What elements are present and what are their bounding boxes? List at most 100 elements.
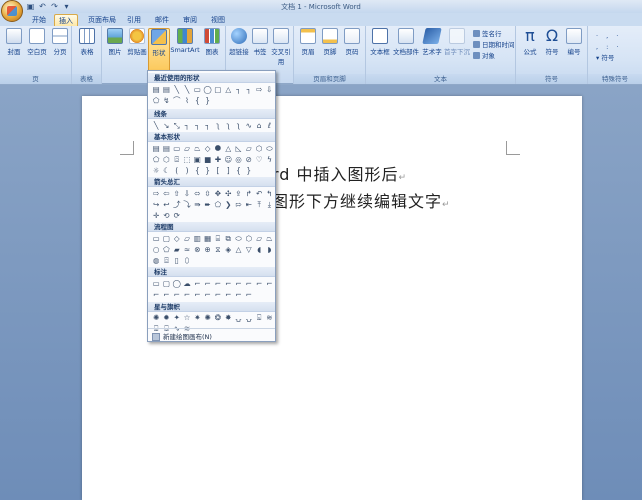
numbering-button[interactable]: 编号 <box>564 28 584 56</box>
sun-icon[interactable]: ☼ <box>151 165 161 176</box>
data-icon[interactable]: ▱ <box>182 233 192 244</box>
star-32-icon[interactable]: ✸ <box>223 312 233 323</box>
date-time-button[interactable]: 日期和时间 <box>473 41 515 50</box>
line-callout-icon[interactable]: ⌐ <box>223 289 233 300</box>
triangle-shape-icon[interactable]: △ <box>223 84 233 95</box>
hyperlink-button[interactable]: 超链接 <box>228 28 250 56</box>
manual-op-icon[interactable]: ⏢ <box>264 233 274 244</box>
special-symbol-dropdown[interactable]: ▾ 符号 <box>596 54 614 63</box>
clipart-button[interactable]: 剪贴画 <box>126 28 148 56</box>
down-arrow-callout-icon[interactable]: ⤓ <box>264 199 274 210</box>
cube-icon[interactable]: ⬚ <box>182 154 192 165</box>
hexagon-icon[interactable]: ⬡ <box>254 143 264 154</box>
chart-button[interactable]: 图表 <box>202 28 222 56</box>
tab-mailings[interactable]: 邮件 <box>152 14 172 26</box>
extract-icon[interactable]: △ <box>233 244 243 255</box>
bookmark-button[interactable]: 书签 <box>250 28 270 56</box>
right-arrow-callout-icon[interactable]: ⇰ <box>233 199 243 210</box>
card-icon[interactable]: ▰ <box>172 244 182 255</box>
donut-icon[interactable]: ◎ <box>233 154 243 165</box>
octagon-icon[interactable]: ⯃ <box>213 143 223 154</box>
signature-line-button[interactable]: 签名行 <box>473 30 502 39</box>
bracket-icon[interactable]: ( <box>172 165 182 176</box>
brace-shape-icon[interactable]: { <box>192 95 202 106</box>
rectangle-icon[interactable]: ▭ <box>172 143 182 154</box>
magnetic-disk-icon[interactable]: ⌼ <box>161 255 171 266</box>
dropcap-button[interactable]: 首字下沉 <box>444 28 470 56</box>
parallelogram-icon[interactable]: ▱ <box>182 143 192 154</box>
frame-icon[interactable]: ▣ <box>192 154 202 165</box>
up-arrow-callout-icon[interactable]: ⇪ <box>233 188 243 199</box>
heart-icon[interactable]: ♡ <box>254 154 264 165</box>
trapezoid-icon[interactable]: ⏢ <box>192 143 202 154</box>
quad-arrow-icon[interactable]: ✥ <box>213 188 223 199</box>
line-callout-icon[interactable]: ⌐ <box>233 289 243 300</box>
textbox-icon[interactable]: ▤ <box>151 143 161 154</box>
moon-icon[interactable]: ☾ <box>161 165 171 176</box>
sequential-access-icon[interactable]: ◍ <box>151 255 161 266</box>
can-icon[interactable]: ⌼ <box>172 154 182 165</box>
manual-input-icon[interactable]: ⏥ <box>254 233 264 244</box>
line-callout-icon[interactable]: ⌐ <box>202 278 212 289</box>
textbox-icon[interactable]: ▤ <box>161 143 171 154</box>
bent-arrow-icon[interactable]: ↱ <box>244 188 254 199</box>
line-callout-icon[interactable]: ⌐ <box>192 289 202 300</box>
curved-connector-icon[interactable]: ʅ <box>233 120 243 131</box>
display-icon[interactable]: ⬯ <box>182 255 192 266</box>
line-callout-icon[interactable]: ⌐ <box>161 289 171 300</box>
elbow-connector-icon[interactable]: ┐ <box>182 120 192 131</box>
blank-page-button[interactable]: 空白页 <box>26 28 48 56</box>
shapes-button[interactable]: 形状 <box>148 28 170 72</box>
star-4-icon[interactable]: ✦ <box>172 312 182 323</box>
up-arrow-icon[interactable]: ⇧ <box>172 188 182 199</box>
rect-callout-icon[interactable]: ▭ <box>151 278 161 289</box>
line-callout-icon[interactable]: ⌐ <box>223 278 233 289</box>
up-down-arrow-icon[interactable]: ⇳ <box>202 188 212 199</box>
right-arrow-shape-icon[interactable]: ⇨ <box>254 84 264 95</box>
rectangle-shape-icon[interactable]: ▭ <box>192 84 202 95</box>
line-callout-icon[interactable]: ⌐ <box>192 278 202 289</box>
line-shape-icon[interactable]: ╲ <box>172 84 182 95</box>
star-24-icon[interactable]: ❂ <box>213 312 223 323</box>
predefined-icon[interactable]: ▥ <box>192 233 202 244</box>
process-icon[interactable]: ▭ <box>151 233 161 244</box>
footer-button[interactable]: 页脚 <box>320 28 340 56</box>
brace-shape-icon[interactable]: } <box>202 95 212 106</box>
explosion-icon[interactable]: ✹ <box>161 312 171 323</box>
special-symbol-grid[interactable]: · , · <box>596 32 621 41</box>
tape-icon[interactable]: ≈ <box>182 244 192 255</box>
wordart-button[interactable]: 艺术字 <box>420 28 444 56</box>
textbox-shape-icon[interactable]: ▤ <box>151 84 161 95</box>
line-callout-icon[interactable]: ⌐ <box>213 289 223 300</box>
bracket-icon[interactable]: ) <box>182 165 192 176</box>
line-callout-icon[interactable]: ⌐ <box>182 289 192 300</box>
office-button[interactable] <box>1 0 23 22</box>
curve-shape-icon[interactable]: ↯ <box>161 95 171 106</box>
alt-process-icon[interactable]: ▢ <box>161 233 171 244</box>
offpage-icon[interactable]: ⬠ <box>161 244 171 255</box>
striped-arrow-icon[interactable]: ⇛ <box>192 199 202 210</box>
connector-icon[interactable]: ○ <box>151 244 161 255</box>
pentagon-arrow-icon[interactable]: ⬠ <box>213 199 223 210</box>
line-shape-icon[interactable]: ╲ <box>182 84 192 95</box>
star-8-icon[interactable]: ✷ <box>192 312 202 323</box>
cloud-callout-icon[interactable]: ☁ <box>182 278 192 289</box>
scroll-icon[interactable]: ⌺ <box>254 312 264 323</box>
lightning-icon[interactable]: ϟ <box>264 154 274 165</box>
line-callout-icon[interactable]: ⌐ <box>233 278 243 289</box>
line-callout-icon[interactable]: ⌐ <box>264 278 274 289</box>
smiley-icon[interactable]: ☺ <box>223 154 233 165</box>
brace-icon[interactable]: } <box>202 165 212 176</box>
or-icon[interactable]: ⊕ <box>202 244 212 255</box>
parallelogram-icon[interactable]: ▱ <box>244 143 254 154</box>
collate-icon[interactable]: ⧖ <box>213 244 223 255</box>
sort-icon[interactable]: ◈ <box>223 244 233 255</box>
textbox-button[interactable]: 文本框 <box>368 28 392 56</box>
table-button[interactable]: 表格 <box>77 28 97 56</box>
elbow-connector-icon[interactable]: ┐ <box>244 84 254 95</box>
line-callout-icon[interactable]: ⌐ <box>213 278 223 289</box>
symbol-button[interactable]: Ω 符号 <box>542 28 562 57</box>
circular-arrow-icon[interactable]: ⟳ <box>172 210 182 221</box>
tab-home[interactable]: 开始 <box>28 14 50 26</box>
star-5-icon[interactable]: ☆ <box>182 312 192 323</box>
